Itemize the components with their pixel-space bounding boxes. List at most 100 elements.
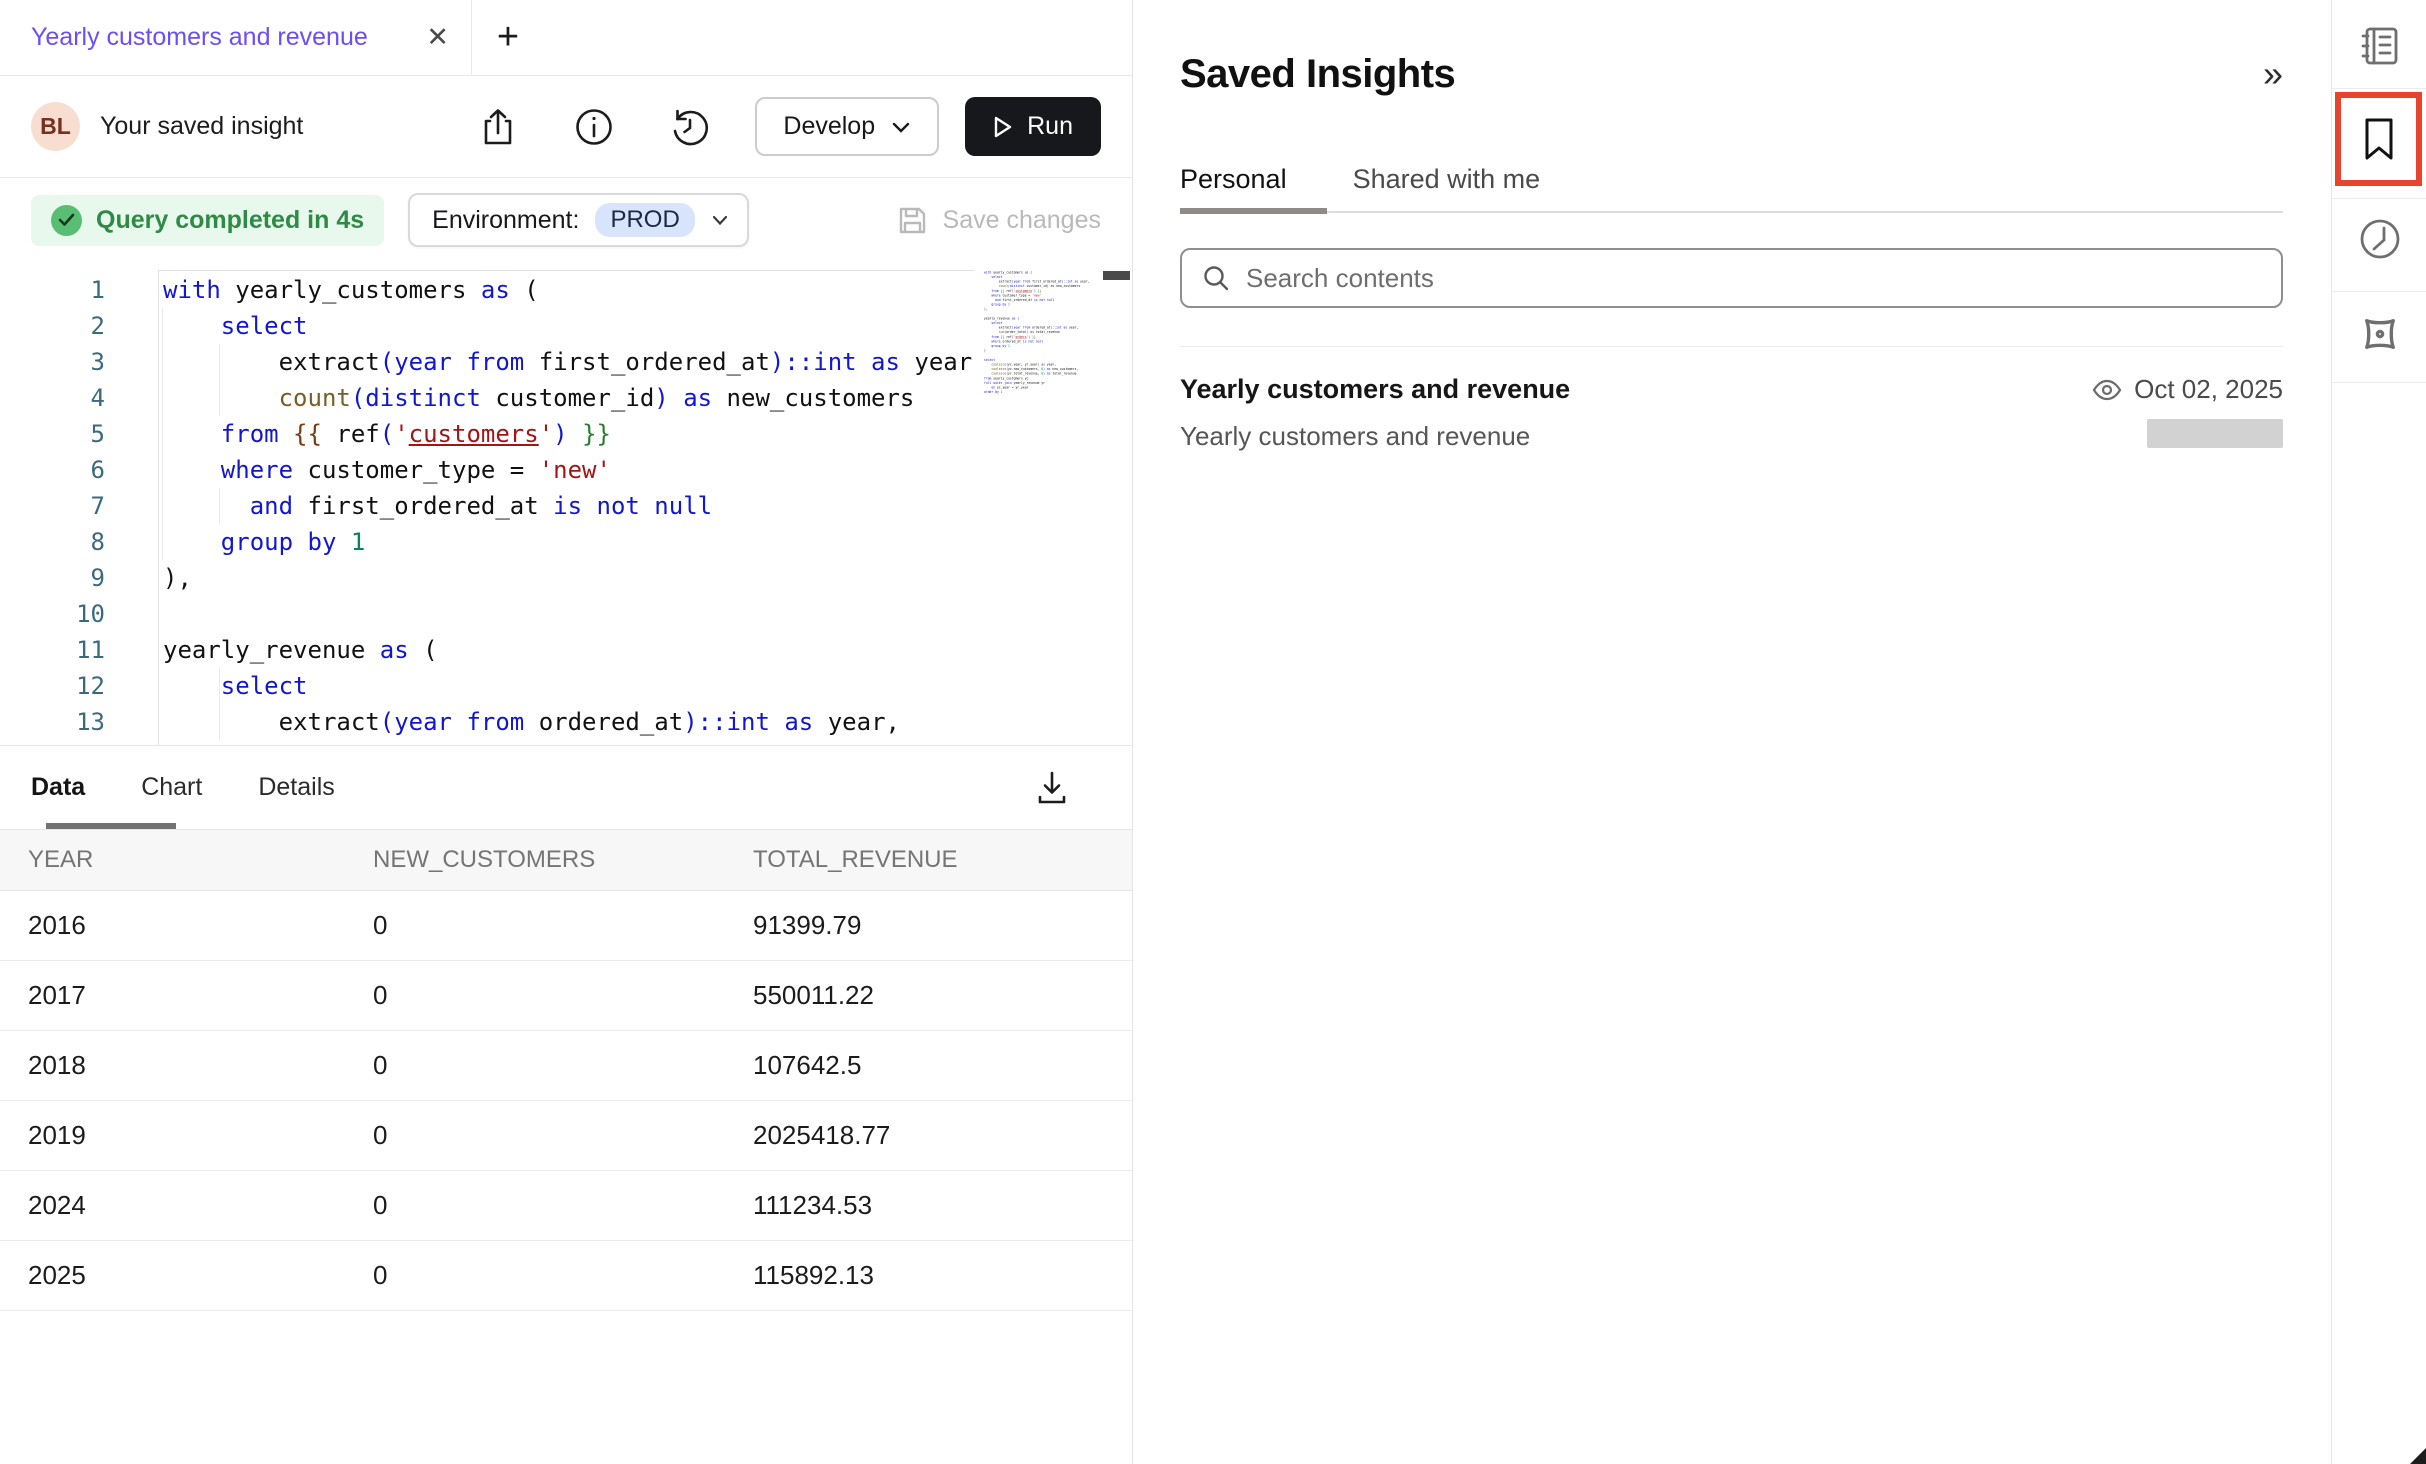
insights-tab-shared-with-me[interactable]: Shared with me [1353,164,1541,211]
insight-meta: Oct 02, 2025 [2092,374,2283,452]
line-number: 7 [0,488,105,524]
table-header-row: YEARNEW_CUSTOMERSTOTAL_REVENUE [0,829,1132,891]
table-cell: 2024 [0,1190,373,1221]
code-line[interactable] [159,596,975,632]
close-icon[interactable]: ✕ [426,24,449,51]
history-button[interactable] [667,104,713,150]
table-row[interactable]: 20170550011.22 [0,961,1132,1031]
skeleton-placeholder [2147,419,2283,448]
table-cell: 0 [373,910,753,941]
code-line[interactable]: from {{ ref('customers') }} [159,416,975,452]
clock-icon [2357,216,2403,262]
table-cell: 0 [373,1260,753,1291]
table-cell: 2025 [0,1260,373,1291]
status-bar: Query completed in 4s Environment: PROD … [0,178,1132,262]
results-tab-bar: Data Chart Details [0,746,1132,829]
app-root: Yearly customers and revenue ✕ + BL Your… [0,0,2426,1464]
minimap[interactable]: with yearly_customers as ( select extrac… [984,270,1132,743]
panel-title: Saved Insights [1180,52,1455,97]
saved-insights-rail-button[interactable] [2335,92,2422,186]
saved-insights-panel: Saved Insights » PersonalShared with me … [1134,0,2330,1464]
tab-yearly-customers[interactable]: Yearly customers and revenue ✕ [0,0,472,75]
search-input[interactable] [1246,263,2261,294]
active-tab-underline [46,823,176,829]
table-row[interactable]: 20180107642.5 [0,1031,1132,1101]
code-line[interactable]: select [159,308,975,344]
table-cell: 111234.53 [753,1190,1132,1221]
sql-editor[interactable]: 12345678910111213 with yearly_customers … [0,262,1132,745]
dbt-rail-button[interactable] [2332,310,2426,358]
develop-dropdown[interactable]: Develop [755,97,939,156]
table-cell: 2017 [0,980,373,1011]
workspace-panel: Yearly customers and revenue ✕ + BL Your… [0,0,1133,1464]
insight-list-item[interactable]: Yearly customers and revenue Yearly cust… [1180,374,2283,452]
table-cell: 0 [373,1120,753,1151]
table-body: 2016091399.7920170550011.2220180107642.5… [0,891,1132,1311]
code-line[interactable]: yearly_revenue as ( [159,632,975,668]
table-cell: 0 [373,1190,753,1221]
table-row[interactable]: 20240111234.53 [0,1171,1132,1241]
insight-toolbar: BL Your saved insight [0,76,1132,178]
download-icon [1035,770,1069,806]
info-icon [574,107,614,147]
code-line[interactable]: extract(year from first_ordered_at)::int… [159,344,975,380]
line-number: 1 [0,272,105,308]
code-line[interactable]: where customer_type = 'new' [159,452,975,488]
corner-resize-mark [2410,1448,2426,1464]
environment-value-badge: PROD [595,203,694,237]
code-line[interactable]: ), [159,560,975,596]
rail-divider [2332,88,2426,89]
line-number: 10 [0,596,105,632]
table-row[interactable]: 201902025418.77 [0,1101,1132,1171]
history-rail-button[interactable] [2332,216,2426,262]
code-line[interactable]: select [159,668,975,704]
line-number: 11 [0,632,105,668]
line-number: 3 [0,344,105,380]
notebook-panel-button[interactable] [2332,24,2426,68]
tab-bar: Yearly customers and revenue ✕ + [0,0,1132,76]
info-button[interactable] [571,104,617,150]
table-row[interactable]: 20250115892.13 [0,1241,1132,1311]
active-tab-underline [1180,208,1327,214]
chevron-down-icon [891,120,911,134]
table-row[interactable]: 2016091399.79 [0,891,1132,961]
run-button[interactable]: Run [965,97,1101,156]
results-tab-chart[interactable]: Chart [141,773,202,802]
new-tab-button[interactable]: + [472,0,544,75]
right-icon-rail [2331,0,2426,1464]
search-icon [1202,264,1230,292]
search-box[interactable] [1180,248,2283,308]
table-cell: 550011.22 [753,980,1132,1011]
insight-text: Yearly customers and revenue Yearly cust… [1180,374,1570,452]
line-number: 2 [0,308,105,344]
code-line[interactable]: with yearly_customers as ( [159,272,975,308]
share-icon [480,107,516,147]
code-line[interactable]: and first_ordered_at is not null [159,488,975,524]
save-changes-button[interactable]: Save changes [897,205,1101,236]
code-line[interactable]: group by 1 [159,524,975,560]
code-line[interactable]: extract(year from ordered_at)::int as ye… [159,704,975,740]
line-number-gutter: 12345678910111213 [0,272,105,740]
code-line[interactable]: count(distinct customer_id) as new_custo… [159,380,975,416]
share-button[interactable] [475,104,521,150]
table-cell: 91399.79 [753,910,1132,941]
save-icon [897,205,928,236]
table-cell: 107642.5 [753,1050,1132,1081]
code-lines[interactable]: with yearly_customers as ( select extrac… [159,272,975,740]
editor-scrollbar-thumb[interactable] [1103,271,1130,280]
chevron-down-icon [711,214,729,226]
query-status-text: Query completed in 4s [96,206,364,235]
table-cell: 0 [373,980,753,1011]
download-button[interactable] [1030,766,1074,810]
develop-label: Develop [783,112,875,141]
environment-selector[interactable]: Environment: PROD [408,193,749,247]
table-cell: 2016 [0,910,373,941]
results-tab-data[interactable]: Data [31,773,85,802]
collapse-panel-icon[interactable]: » [2263,56,2283,92]
results-tab-details[interactable]: Details [258,773,334,802]
notebook-icon [2358,24,2402,68]
table-cell: 2018 [0,1050,373,1081]
column-header: TOTAL_REVENUE [753,846,1132,874]
insights-tab-personal[interactable]: Personal [1180,164,1287,211]
insights-tab-bar: Personal Shared with me [1180,164,2283,211]
